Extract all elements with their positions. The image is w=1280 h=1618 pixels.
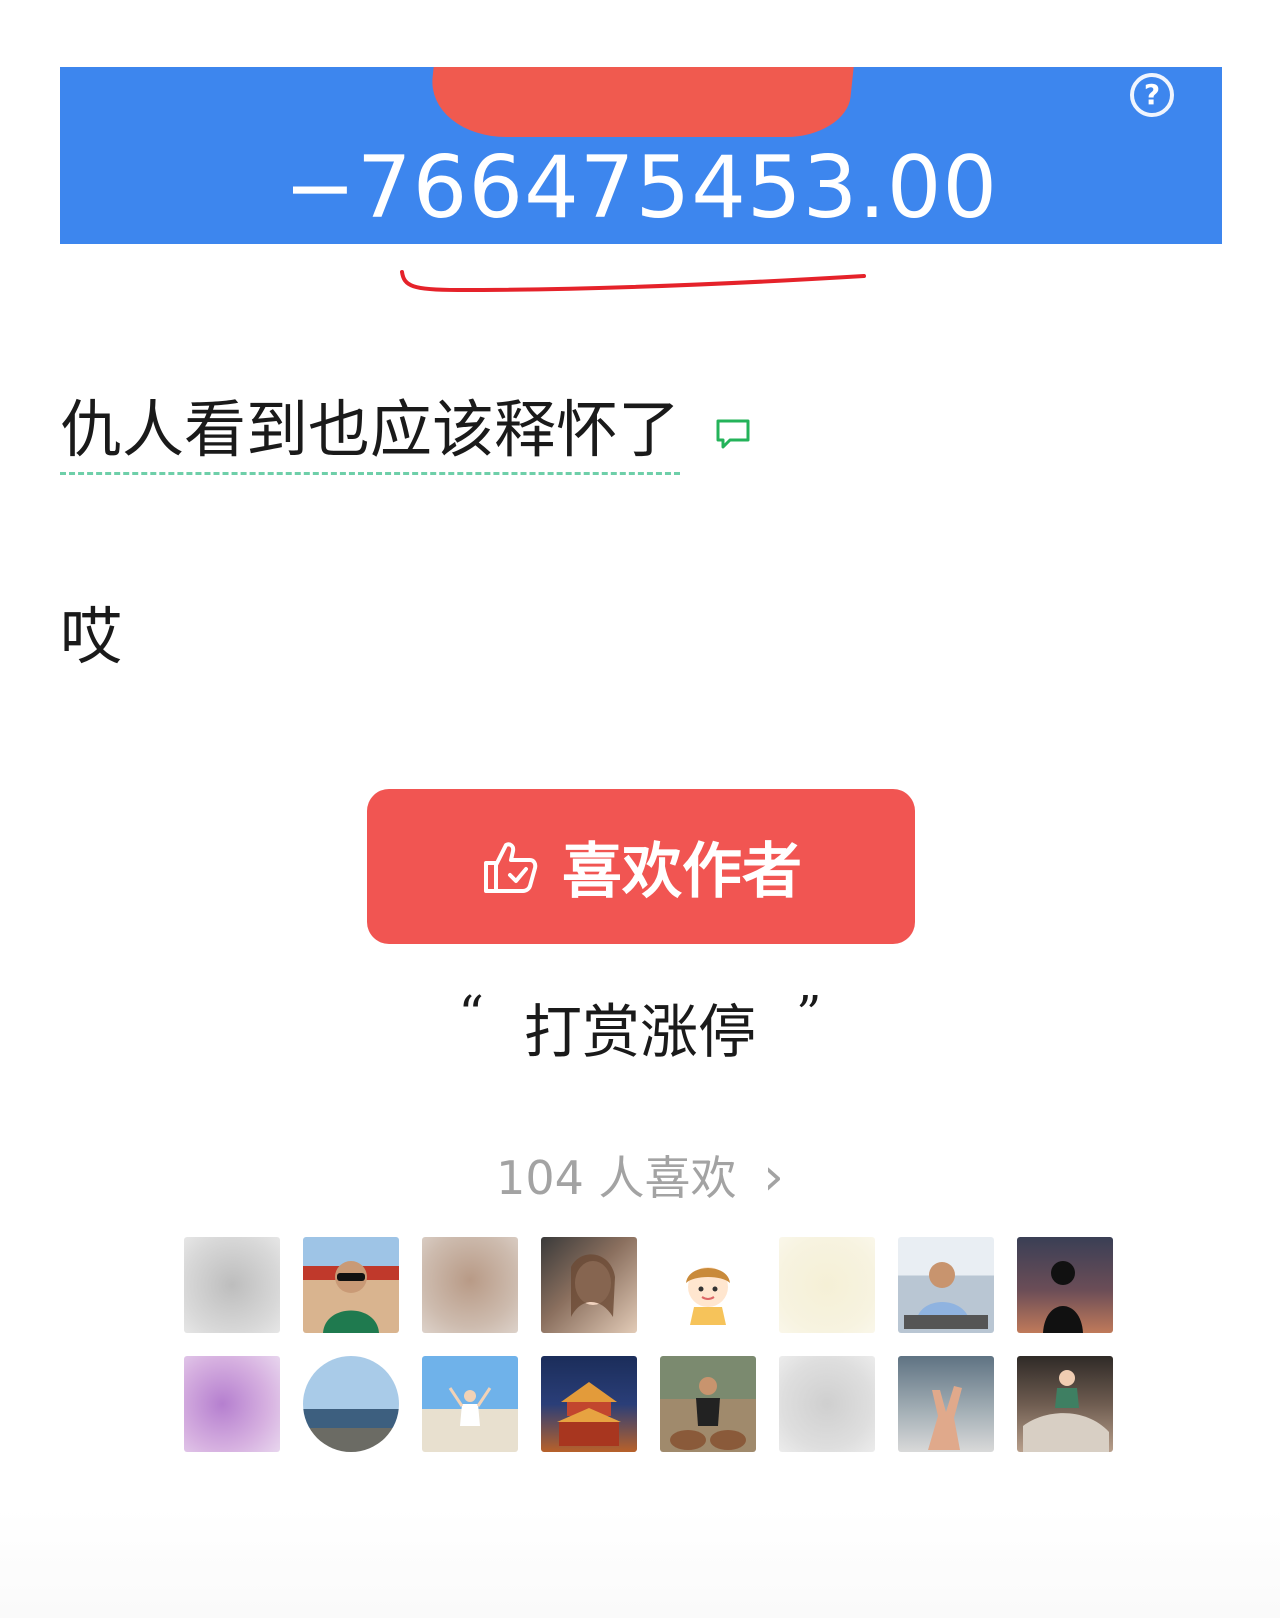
avatar[interactable] (422, 1356, 518, 1452)
tower-image (557, 1382, 621, 1446)
person-image (1023, 1370, 1109, 1452)
person-image (571, 1254, 615, 1317)
person-image (323, 1261, 379, 1333)
avatar[interactable] (541, 1356, 637, 1452)
close-quote: ” (796, 985, 822, 1043)
post-line-2: 哎 (60, 600, 123, 673)
cartoon-image (686, 1267, 730, 1325)
avatar[interactable] (184, 1237, 280, 1333)
avatar[interactable] (779, 1237, 875, 1333)
avatar[interactable] (422, 1237, 518, 1333)
person-image (904, 1262, 988, 1329)
person-image (448, 1387, 492, 1426)
comment-icon[interactable] (714, 416, 752, 452)
avatar[interactable] (541, 1237, 637, 1333)
avatar[interactable] (1017, 1356, 1113, 1452)
likes-count-text: 104 人喜欢 (496, 1151, 737, 1205)
avatar[interactable] (184, 1356, 280, 1452)
reward-text: “ 打赏涨停 ” (0, 985, 1280, 1069)
avatar[interactable] (779, 1356, 875, 1452)
like-author-label: 喜欢作者 (562, 837, 802, 907)
balance-banner: ? −766475453.00 (60, 67, 1222, 244)
silhouette-image (1043, 1261, 1083, 1333)
like-author-button[interactable]: 喜欢作者 (367, 789, 915, 944)
avatar[interactable] (660, 1237, 756, 1333)
question-circle-icon[interactable]: ? (1130, 73, 1174, 117)
bottom-area (0, 1508, 1280, 1618)
liker-avatar-grid (184, 1237, 1116, 1452)
person-image (670, 1377, 746, 1450)
balance-amount: −766475453.00 (283, 138, 999, 238)
post-line-1: 仇人看到也应该释怀了 (60, 393, 752, 475)
avatar[interactable] (898, 1237, 994, 1333)
post-text[interactable]: 仇人看到也应该释怀了 (60, 393, 681, 475)
avatar[interactable] (303, 1356, 399, 1452)
redaction-mark (426, 67, 854, 137)
hand-image (928, 1386, 962, 1450)
likes-count-link[interactable]: 104 人喜欢 › (0, 1142, 1280, 1208)
avatar[interactable] (1017, 1237, 1113, 1333)
avatar[interactable] (898, 1356, 994, 1452)
thumbs-up-icon (484, 841, 538, 893)
chevron-right-icon: › (763, 1147, 784, 1207)
red-underline-mark (400, 270, 866, 293)
open-quote: “ (458, 985, 484, 1043)
avatar[interactable] (660, 1356, 756, 1452)
reward-label: 打赏涨停 (523, 998, 756, 1066)
avatar[interactable] (303, 1237, 399, 1333)
